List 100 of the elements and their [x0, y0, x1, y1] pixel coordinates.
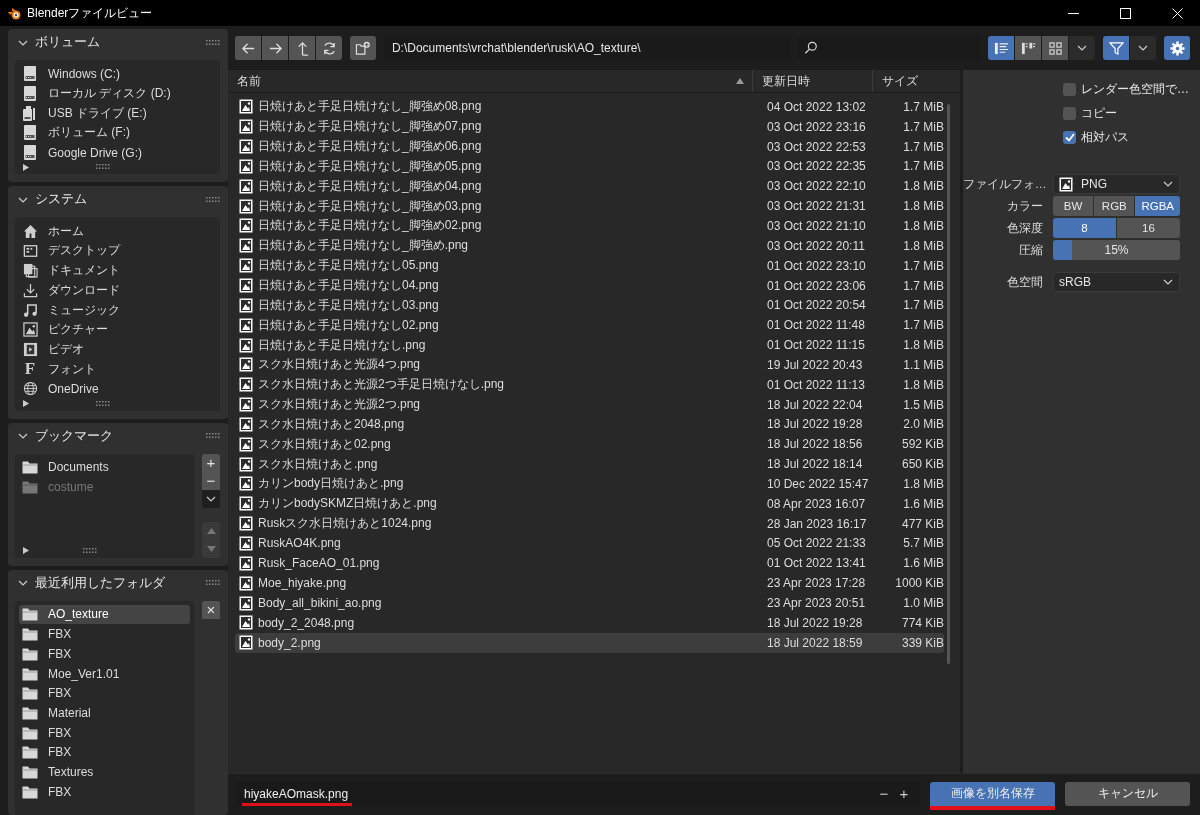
- sidebar-item[interactable]: F フォント: [19, 359, 216, 379]
- sidebar-item[interactable]: USB ドライブ (E:): [19, 103, 216, 124]
- clear-button[interactable]: ×: [202, 600, 220, 619]
- sidebar-item[interactable]: Windows (C:): [19, 64, 216, 84]
- back-button[interactable]: [235, 36, 261, 60]
- path-field[interactable]: D:\Documents\vrchat\blender\rusk\AO_texture\: [383, 36, 790, 60]
- checkbox[interactable]: [1063, 83, 1076, 96]
- column-header[interactable]: サイズ: [882, 73, 960, 89]
- forward-button[interactable]: [262, 36, 288, 60]
- file-row[interactable]: スク水日焼けあと.png 18 Jul 2022 18:14 650 KiB: [235, 454, 944, 475]
- segment-button[interactable]: 8: [1053, 218, 1116, 238]
- filter-button[interactable]: [1103, 36, 1130, 60]
- column-header[interactable]: 更新日時: [762, 73, 872, 89]
- chevron-icon[interactable]: [18, 39, 28, 46]
- checkbox[interactable]: [1063, 107, 1076, 120]
- sidebar-item[interactable]: ダウンロード: [19, 280, 216, 301]
- file-row[interactable]: 日焼けあと手足日焼けなし.png 01 Oct 2022 11:15 1.8 MiB: [235, 335, 944, 355]
- sidebar-item[interactable]: ホーム: [19, 221, 216, 242]
- file-row[interactable]: カリンbodySKMZ日焼けあと.png 08 Apr 2023 16:07 1.6 MiB: [235, 493, 944, 514]
- sidebar-item[interactable]: FBX: [19, 644, 190, 664]
- settings-button[interactable]: [1164, 36, 1190, 60]
- close-icon[interactable]: [1171, 7, 1183, 19]
- file-row[interactable]: スク水日焼けあと光源2つ手足日焼けなし.png 01 Oct 2022 11:13 1.8 MiB: [235, 374, 944, 395]
- display-mode-button[interactable]: [1042, 36, 1069, 60]
- file-row[interactable]: 日焼けあと手足日焼けなし05.png 01 Oct 2022 23:10 1.7 MiB: [235, 255, 944, 276]
- column-header[interactable]: 名前: [237, 73, 736, 89]
- sidebar-item[interactable]: ピクチャー: [19, 319, 216, 340]
- sidebar-item[interactable]: ドキュメント: [19, 260, 216, 281]
- sidebar-item[interactable]: FBX: [19, 742, 190, 763]
- increment-button[interactable]: +: [894, 785, 914, 802]
- sidebar-item[interactable]: FBX: [19, 722, 190, 743]
- file-row[interactable]: Rusk_FaceAO_01.png 01 Oct 2022 13:41 1.6 MiB: [235, 553, 944, 574]
- sidebar-item[interactable]: Documents: [19, 457, 190, 478]
- file-row[interactable]: スク水日焼けあと光源2つ.png 18 Jul 2022 22:04 1.5 MiB: [235, 394, 944, 415]
- sidebar-item[interactable]: ビデオ: [19, 339, 216, 360]
- chevron-icon[interactable]: [18, 580, 28, 587]
- sidebar-item[interactable]: Moe_Ver1.01: [19, 663, 190, 684]
- file-row[interactable]: Ruskスク水日焼けあと1024.png 28 Jan 2023 16:17 477 KiB: [235, 513, 944, 534]
- segment-button[interactable]: BW: [1053, 196, 1094, 216]
- dropdown[interactable]: PNG: [1053, 174, 1180, 194]
- chevron-icon[interactable]: [18, 196, 28, 203]
- segment-button[interactable]: RGBA: [1135, 196, 1180, 216]
- sidebar-item[interactable]: ボリューム (F:): [19, 123, 216, 143]
- parent-directory-button[interactable]: [289, 36, 315, 60]
- file-row[interactable]: 日焼けあと手足日焼けなし_脚強め04.png 03 Oct 2022 22:10 1.8 MiB: [235, 176, 944, 197]
- display-mode-button[interactable]: [988, 36, 1015, 60]
- display-options-button[interactable]: [1069, 36, 1096, 60]
- file-row[interactable]: 日焼けあと手足日焼けなし02.png 01 Oct 2022 11:48 1.7 MiB: [235, 315, 944, 336]
- filename-field[interactable]: hiyakeAOmask.png − +: [235, 781, 920, 806]
- sidebar-item[interactable]: ミュージック: [19, 300, 216, 320]
- file-row[interactable]: 日焼けあと手足日焼けなし03.png 01 Oct 2022 20:54 1.7 MiB: [235, 295, 944, 316]
- scrollbar[interactable]: [947, 104, 950, 664]
- sidebar-item[interactable]: FBX: [19, 781, 190, 802]
- maximize-icon[interactable]: [1119, 7, 1131, 19]
- expand-triangle-icon[interactable]: [23, 547, 29, 555]
- add-button[interactable]: +: [202, 453, 220, 472]
- image-file-icon: [239, 397, 253, 413]
- new-folder-button[interactable]: [350, 36, 376, 60]
- file-row[interactable]: 日焼けあと手足日焼けなし_脚強め03.png 03 Oct 2022 21:31 1.8 MiB: [235, 196, 944, 217]
- checkbox[interactable]: [1063, 131, 1076, 144]
- cancel-button[interactable]: キャンセル: [1065, 781, 1190, 806]
- expand-triangle-icon[interactable]: [23, 400, 29, 408]
- refresh-button[interactable]: [316, 36, 342, 60]
- move-up-button[interactable]: [202, 521, 220, 540]
- file-row[interactable]: スク水日焼けあと02.png 18 Jul 2022 18:56 592 KiB: [235, 434, 944, 455]
- chevron-icon[interactable]: [18, 433, 28, 440]
- save-button[interactable]: 画像を別名保存: [930, 781, 1055, 810]
- sidebar-item[interactable]: Textures: [19, 762, 190, 782]
- file-row[interactable]: Body_all_bikini_ao.png 23 Apr 2023 20:51 1.0 MiB: [235, 593, 944, 613]
- segment-button[interactable]: RGB: [1094, 196, 1135, 216]
- file-row[interactable]: 日焼けあと手足日焼けなし_脚強め08.png 04 Oct 2022 13:02 1.7 MiB: [235, 97, 944, 117]
- sidebar-item[interactable]: Material: [19, 703, 190, 723]
- file-row[interactable]: 日焼けあと手足日焼けなし_脚強め.png 03 Oct 2022 20:11 1.8 MiB: [235, 235, 944, 256]
- expand-triangle-icon[interactable]: [23, 163, 29, 171]
- sidebar-item[interactable]: FBX: [19, 683, 190, 704]
- file-row[interactable]: body_2_2048.png 18 Jul 2022 19:28 774 KiB: [235, 612, 944, 633]
- file-row[interactable]: Moe_hiyake.png 23 Apr 2023 17:28 1000 KiB: [235, 573, 944, 594]
- dropdown[interactable]: sRGB: [1053, 272, 1180, 292]
- sidebar-item[interactable]: FBX: [19, 624, 190, 644]
- sidebar-item[interactable]: OneDrive: [19, 378, 216, 399]
- sidebar-item[interactable]: AO_texture: [19, 604, 190, 625]
- decrement-button[interactable]: −: [874, 785, 894, 802]
- file-row[interactable]: 日焼けあと手足日焼けなし_脚強め06.png 03 Oct 2022 22:53 1.7 MiB: [235, 136, 944, 157]
- sidebar-item[interactable]: ローカル ディスク (D:): [19, 83, 216, 104]
- file-row[interactable]: 日焼けあと手足日焼けなし_脚強め05.png 03 Oct 2022 22:35 1.7 MiB: [235, 156, 944, 177]
- file-row[interactable]: カリンbody日焼けあと.png 10 Dec 2022 15:47 1.8 MiB: [235, 474, 944, 494]
- file-row[interactable]: スク水日焼けあと2048.png 18 Jul 2022 19:28 2.0 MiB: [235, 414, 944, 435]
- image-file-icon: [239, 337, 253, 353]
- display-mode-button[interactable]: [1015, 36, 1042, 60]
- file-row[interactable]: 日焼けあと手足日焼けなし04.png 01 Oct 2022 23:06 1.7 MiB: [235, 275, 944, 296]
- segment-button[interactable]: 16: [1117, 218, 1180, 238]
- file-row[interactable]: 日焼けあと手足日焼けなし_脚強め02.png 03 Oct 2022 21:10 1.8 MiB: [235, 216, 944, 236]
- sidebar-item[interactable]: Google Drive (G:): [19, 142, 216, 163]
- file-row[interactable]: body_2.png 18 Jul 2022 18:59 339 KiB: [235, 632, 944, 653]
- folder-icon: [22, 627, 38, 642]
- file-row[interactable]: 日焼けあと手足日焼けなし_脚強め07.png 03 Oct 2022 23:16 1.7 MiB: [235, 116, 944, 137]
- file-row[interactable]: スク水日焼けあと光源4つ.png 19 Jul 2022 20:43 1.1 MiB: [235, 354, 944, 375]
- slider[interactable]: 15%: [1053, 240, 1180, 260]
- sidebar-item[interactable]: デスクトップ: [19, 241, 216, 261]
- file-row[interactable]: RuskAO4K.png 05 Oct 2022 21:33 5.7 MiB: [235, 533, 944, 554]
